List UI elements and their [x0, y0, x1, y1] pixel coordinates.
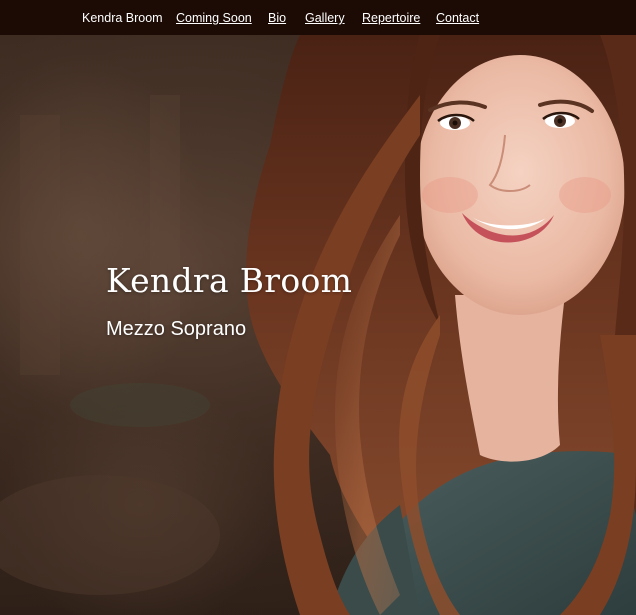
nav-link-gallery[interactable]: Gallery — [305, 11, 345, 25]
nav-link-contact[interactable]: Contact — [436, 11, 479, 25]
portrait-photo — [0, 35, 636, 615]
hero-subtitle: Mezzo Soprano — [106, 318, 247, 340]
top-navigation-bar: Kendra Broom Coming Soon Bio Gallery Rep… — [0, 0, 636, 35]
page: Kendra Broom Coming Soon Bio Gallery Rep… — [0, 0, 636, 615]
site-brand-link[interactable]: Kendra Broom — [82, 11, 163, 25]
nav-link-bio[interactable]: Bio — [268, 11, 286, 25]
hero-title: Kendra Broom — [106, 261, 353, 300]
nav-link-repertoire[interactable]: Repertoire — [362, 11, 420, 25]
nav-link-coming-soon[interactable]: Coming Soon — [176, 11, 252, 25]
hero-section: Kendra Broom Mezzo Soprano — [0, 35, 636, 615]
